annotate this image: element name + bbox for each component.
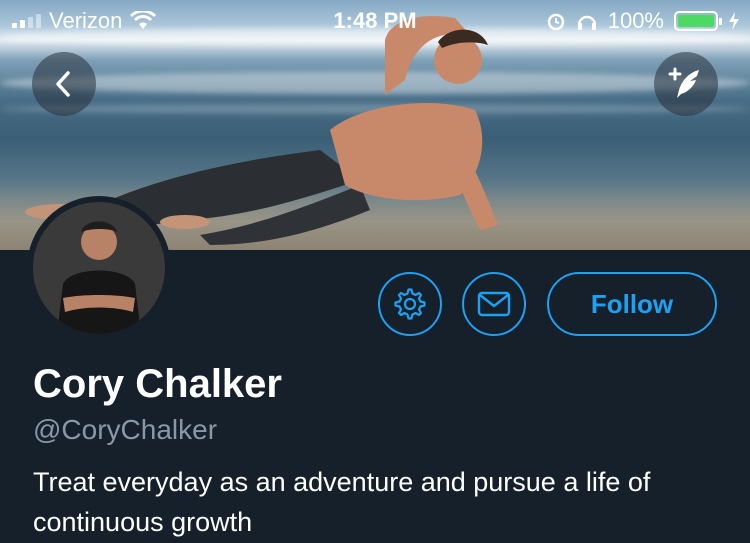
- settings-button[interactable]: [378, 272, 442, 336]
- chevron-left-icon: [56, 71, 70, 97]
- avatar-photo: [33, 202, 165, 334]
- compose-tweet-icon: [668, 67, 699, 98]
- profile-bio: Treat everyday as an adventure and pursu…: [33, 467, 651, 537]
- battery-icon: [674, 11, 722, 31]
- profile-handle: @CoryChalker: [33, 414, 218, 445]
- status-bar: Verizon 1:48 PM 100%: [0, 0, 750, 40]
- message-button[interactable]: [462, 272, 526, 336]
- compose-tweet-button[interactable]: [654, 52, 718, 116]
- envelope-icon: [477, 291, 511, 317]
- profile-avatar[interactable]: [27, 196, 171, 340]
- profile-name: Cory Chalker: [33, 362, 282, 406]
- charging-icon: [729, 12, 739, 30]
- headphones-icon: [577, 15, 596, 30]
- battery-percent: 100%: [607, 8, 664, 33]
- gear-icon: [394, 288, 426, 320]
- follow-button[interactable]: Follow: [547, 272, 717, 336]
- back-button[interactable]: [32, 52, 96, 116]
- alarm-icon: [547, 13, 564, 31]
